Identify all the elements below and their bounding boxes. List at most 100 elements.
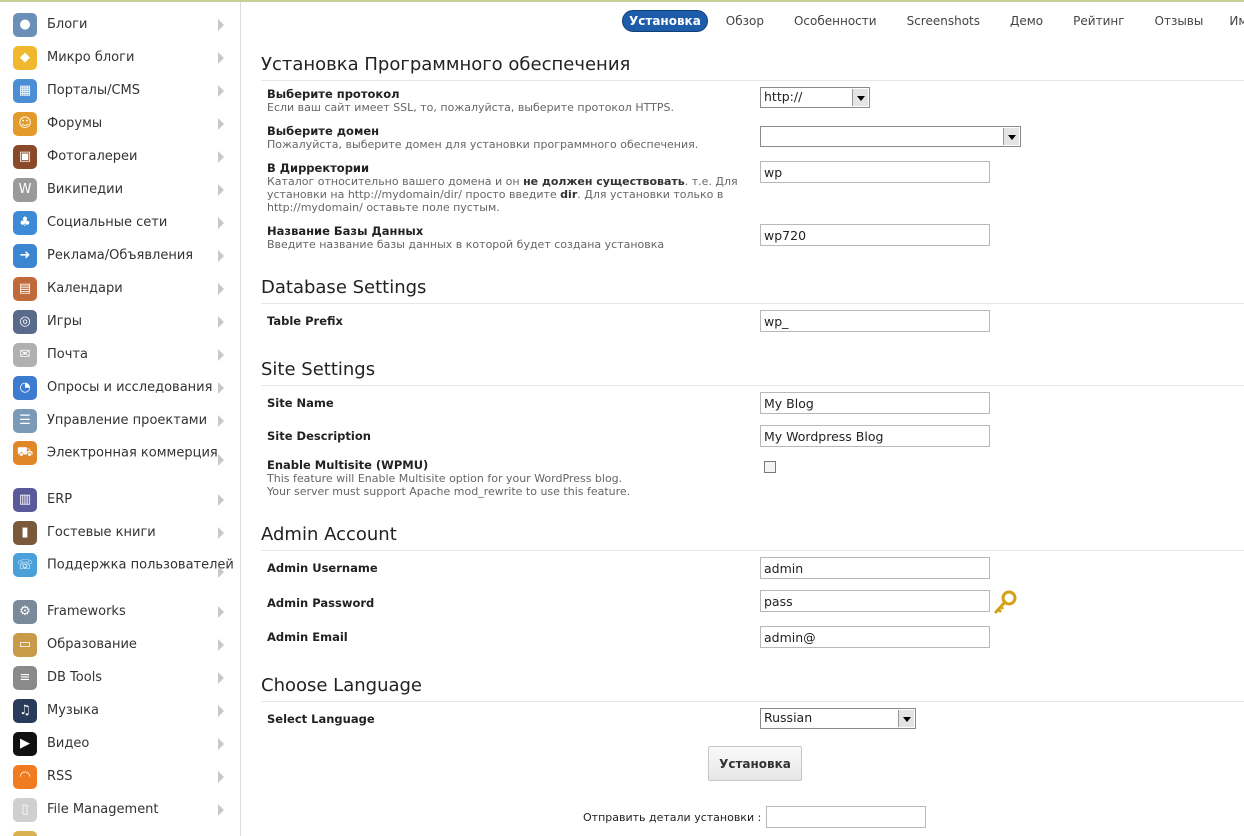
sidebar-item[interactable]: W Википедии [0, 173, 240, 206]
photo-icon: ▣ [13, 144, 37, 169]
table-prefix-input[interactable] [760, 310, 990, 332]
chevron-right-icon [218, 84, 224, 97]
tab-item[interactable]: Рейтинг [1073, 14, 1124, 28]
tab-item[interactable]: Screenshots [907, 14, 980, 28]
section-divider [261, 701, 1244, 702]
tab-item[interactable]: Обзор [726, 14, 764, 28]
directory-description: Каталог относительно вашего домена и он … [267, 175, 738, 214]
language-select[interactable]: Russian [760, 708, 916, 729]
sidebar-item[interactable]: ◎ Игры [0, 305, 240, 338]
site-name-input[interactable] [760, 392, 990, 414]
social-icon: ♣ [13, 210, 37, 235]
sidebar-item[interactable]: ▮ Гостевые книги [0, 516, 240, 549]
sidebar-item[interactable]: ☺ Форумы [0, 107, 240, 140]
sidebar-item[interactable]: ▯ File Management [0, 793, 240, 826]
chevron-down-icon [852, 89, 868, 106]
email-details-input[interactable] [766, 806, 926, 828]
rss-icon: ◠ [13, 764, 37, 789]
site-description-label: Site Description [267, 429, 371, 443]
sidebar-item[interactable]: ☏ Поддержка пользователей [0, 549, 240, 595]
forum-icon: ☺ [13, 111, 37, 136]
sidebar-item[interactable]: ▣ Фотогалереи [0, 140, 240, 173]
sidebar-item-label: Микро блоги [47, 50, 135, 65]
database-name-description: Введите название базы данных в которой б… [267, 238, 665, 251]
key-icon[interactable] [992, 590, 1018, 616]
section-divider [261, 80, 1244, 81]
sidebar-item-label: Календари [47, 281, 123, 296]
sidebar-item[interactable]: ▶ Видео [0, 727, 240, 760]
sidebar-item[interactable]: ◠ RSS [0, 760, 240, 793]
tab-item[interactable]: Отзывы [1155, 14, 1204, 28]
directory-label: В Дирректории [267, 161, 370, 175]
chevron-right-icon [218, 803, 224, 816]
sidebar-item[interactable]: ▬Прочее [0, 826, 240, 836]
tab-item[interactable]: Демо [1010, 14, 1043, 28]
sidebar-item-label: Фотогалереи [47, 149, 138, 164]
database-name-label: Название Базы Данных [267, 224, 424, 238]
checklist-icon: ☰ [13, 408, 37, 433]
sidebar-item[interactable]: ● Блоги [0, 8, 240, 41]
site-description-input[interactable] [760, 425, 990, 447]
sidebar-item[interactable]: ➜ Реклама/Объявления [0, 239, 240, 272]
support-icon: ☏ [13, 553, 37, 577]
film-icon: ▶ [13, 731, 37, 756]
sidebar-item[interactable]: ≡ DB Tools [0, 661, 240, 694]
sidebar-item-label: Frameworks [47, 604, 126, 619]
multisite-checkbox[interactable] [764, 461, 776, 473]
admin-password-label: Admin Password [267, 596, 375, 610]
admin-password-input[interactable] [760, 590, 990, 612]
sidebar-item[interactable]: ▦ Порталы/CMS [0, 74, 240, 107]
chevron-right-icon [218, 526, 224, 539]
user-icon: ● [13, 12, 37, 37]
sidebar-item[interactable]: ♫ Музыка [0, 694, 240, 727]
book-icon: ▮ [13, 520, 37, 545]
mail-icon: ✉ [13, 342, 37, 367]
chevron-right-icon [218, 381, 224, 394]
sidebar-item[interactable]: ⚙ Frameworks [0, 595, 240, 628]
sidebar-item[interactable]: ◆ Микро блоги [0, 41, 240, 74]
sidebar-item[interactable]: ☰ Управление проектами [0, 404, 240, 437]
sidebar-item[interactable]: ▤ Календари [0, 272, 240, 305]
chevron-right-icon [218, 216, 224, 229]
tab-bar: Установка Обзор Особенности Screenshots Демо… [622, 9, 1244, 33]
open-book-icon: ▭ [13, 632, 37, 657]
admin-email-input[interactable] [760, 626, 990, 648]
file-icon: ▯ [13, 797, 37, 822]
sidebar-item-label: Порталы/CMS [47, 83, 141, 98]
cart-icon: ⛟ [13, 441, 37, 465]
gamepad-icon: ◎ [13, 309, 37, 334]
select-language-label: Select Language [267, 712, 375, 726]
database-name-input[interactable] [760, 224, 990, 246]
chevron-right-icon [218, 737, 224, 750]
sidebar-item[interactable]: ▥ ERP [0, 483, 240, 516]
tab-item[interactable]: Установка [622, 10, 708, 32]
install-button[interactable]: Установка [708, 746, 802, 781]
music-icon: ♫ [13, 698, 37, 723]
protocol-select[interactable]: http:// [760, 87, 870, 108]
chevron-right-icon [218, 249, 224, 262]
install-section-title: Установка Программного обеспечения [261, 54, 631, 75]
chevron-right-icon [218, 605, 224, 618]
sidebar-item[interactable]: ✉ Почта [0, 338, 240, 371]
table-prefix-label: Table Prefix [267, 314, 343, 328]
chart-icon: ▥ [13, 487, 37, 512]
sidebar-item[interactable]: ◔ Опросы и исследования [0, 371, 240, 404]
sidebar-item-label: Социальные сети [47, 215, 168, 230]
sidebar-item-label: Поддержка пользователей [47, 557, 234, 573]
sidebar-item[interactable]: ⛟ Электронная коммерция [0, 437, 240, 483]
tab-item[interactable]: Импорт [1229, 14, 1244, 28]
category-sidebar: ● Блоги ◆ Микро блоги ▦ Порталы/CMS ☺ Форумы ▣ Фо… [0, 2, 241, 836]
sidebar-item[interactable]: ▭ Образование [0, 628, 240, 661]
chevron-right-icon [218, 282, 224, 295]
pie-chart-icon: ◔ [13, 375, 37, 400]
tab-item[interactable]: Особенности [794, 14, 877, 28]
chevron-right-icon [218, 770, 224, 783]
chevron-right-icon [218, 183, 224, 196]
sidebar-item-label: Гостевые книги [47, 525, 156, 540]
directory-input[interactable] [760, 161, 990, 183]
sidebar-item[interactable]: ♣ Социальные сети [0, 206, 240, 239]
chat-icon: ◆ [13, 45, 37, 70]
multisite-description: This feature will Enable Multisite optio… [267, 472, 631, 498]
admin-username-input[interactable] [760, 557, 990, 579]
domain-select[interactable] [760, 126, 1021, 147]
